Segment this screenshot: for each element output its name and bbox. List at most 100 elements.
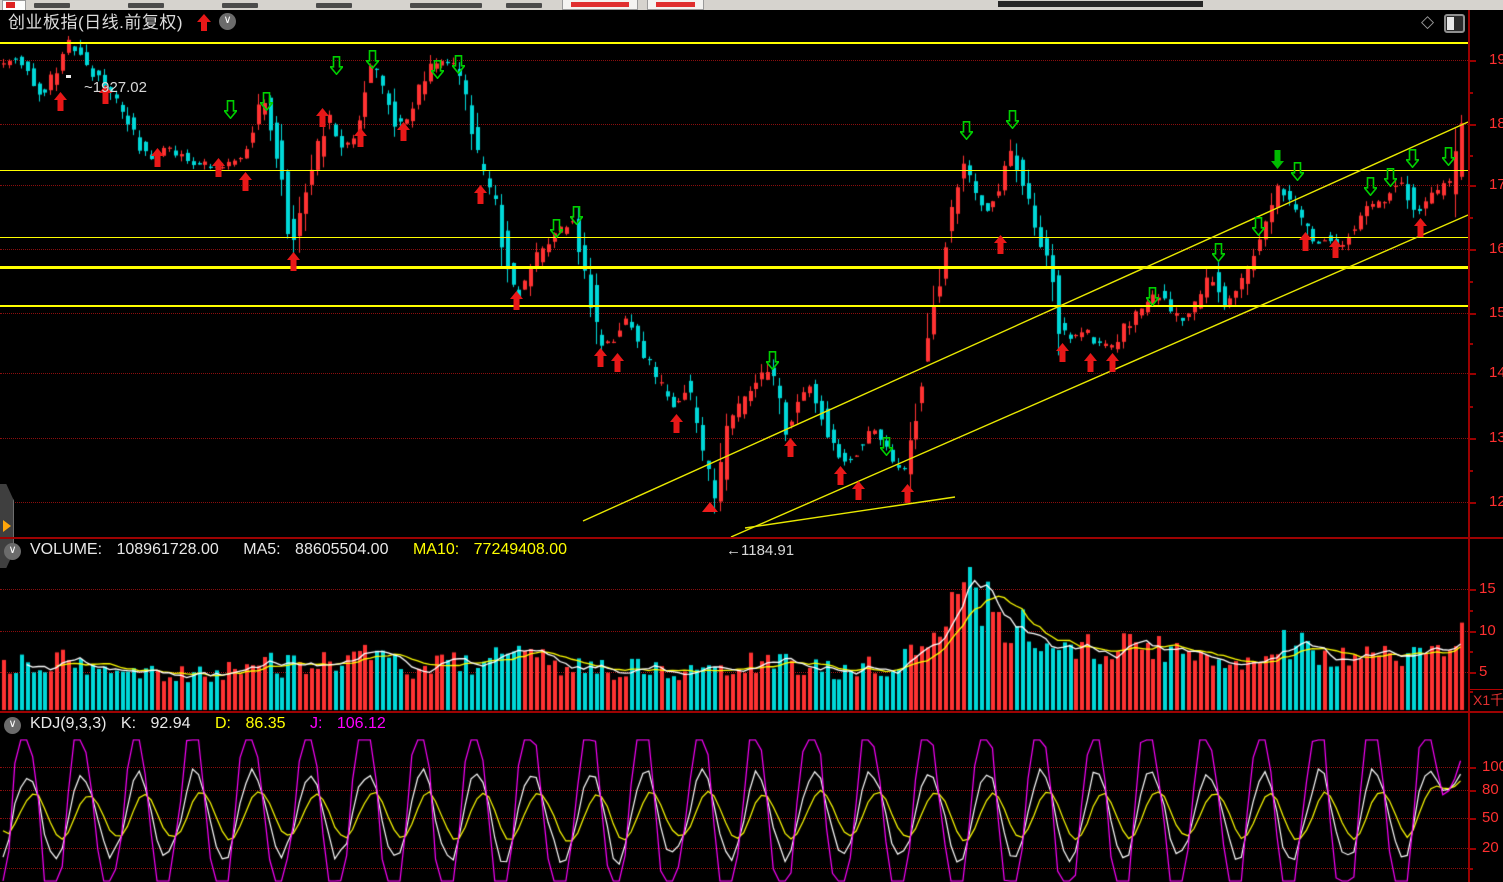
axis-tick — [1470, 313, 1476, 315]
sell-signal-arrow — [1364, 177, 1377, 196]
axis-tick — [1470, 249, 1476, 251]
buy-signal-arrow — [1084, 353, 1097, 372]
kdj-label: KDJ(9,3,3) — [30, 715, 106, 732]
buy-signal-arrow — [54, 92, 67, 111]
buy-signal-arrow — [354, 128, 367, 147]
axis-tick-label: 10 — [1479, 623, 1496, 638]
low-point-marker — [702, 502, 718, 512]
axis-tick-label: 20 — [1482, 840, 1499, 855]
buy-signal-arrow — [1106, 353, 1119, 372]
sell-signal-arrow — [570, 206, 583, 225]
brand-text-clipped — [998, 1, 1203, 7]
trendline[interactable] — [583, 122, 1468, 521]
axis-tick — [1470, 92, 1473, 94]
axis-tick — [1470, 502, 1476, 504]
sell-signal-arrow — [550, 219, 563, 238]
axis-tick — [1470, 185, 1476, 187]
axis-tick-label: 1400 — [1489, 365, 1503, 380]
axis-tick — [1470, 818, 1476, 820]
axis-tick — [1470, 651, 1473, 653]
collapse-volume-button[interactable]: ∨ — [4, 543, 21, 560]
volume-value: 108961728.00 — [116, 541, 218, 558]
axis-tick — [1470, 406, 1473, 408]
toolbar-red-button[interactable] — [647, 0, 704, 10]
axis-tick — [1470, 373, 1476, 375]
axis-tick-label: 50 — [1482, 810, 1499, 825]
d-label: D: — [215, 715, 231, 732]
axis-tick-label: 1900 — [1489, 52, 1503, 67]
trendline[interactable] — [745, 497, 955, 528]
axis-tick — [1470, 60, 1476, 62]
axis-tick — [1470, 124, 1476, 126]
sell-signal-arrow — [452, 55, 465, 74]
buy-signal-arrow — [994, 235, 1007, 254]
menu-item-stub[interactable] — [34, 3, 70, 8]
split-window-icon[interactable] — [1444, 14, 1465, 33]
trendline[interactable] — [731, 215, 1468, 537]
buy-signal-arrow — [784, 438, 797, 457]
axis-tick — [1470, 790, 1476, 792]
buy-signal-arrow — [510, 291, 523, 310]
buy-signal-arrow — [316, 108, 329, 127]
axis-tick — [1470, 281, 1473, 283]
j-label: J: — [310, 715, 322, 732]
kdj-canvas[interactable] — [0, 739, 1468, 882]
ma10-value: 77249408.00 — [474, 541, 567, 558]
axis-tick-label: 15 — [1479, 581, 1496, 596]
sell-signal-arrow — [1212, 243, 1225, 262]
sell-signal-arrow — [1406, 149, 1419, 168]
sell-signal-arrow — [960, 121, 973, 140]
buy-signal-arrow — [834, 466, 847, 485]
axis-tick — [1470, 848, 1476, 850]
collapse-kdj-button[interactable]: ∨ — [4, 717, 21, 734]
menu-item-stub[interactable] — [410, 3, 482, 8]
trendlines — [0, 35, 1468, 537]
sell-signal-arrow — [224, 100, 237, 119]
axis-tick — [1470, 217, 1473, 219]
volume-canvas[interactable] — [0, 563, 1468, 711]
buy-signal-arrow — [474, 185, 487, 204]
axis-tick — [1470, 691, 1473, 693]
sell-signal-arrow — [330, 56, 343, 75]
volume-header: ∨ VOLUME: 108961728.00 MA5: 88605504.00 … — [0, 541, 1468, 559]
axis-tick — [1470, 672, 1476, 674]
buy-signal-arrow — [151, 148, 164, 167]
ma10-label: MA10: — [413, 541, 459, 558]
sell-signal-arrow — [260, 92, 273, 111]
axis-tick — [1470, 631, 1476, 633]
diamond-tool-icon[interactable]: ◇ — [1421, 13, 1434, 31]
buy-signal-arrow — [611, 353, 624, 372]
sell-signal-arrow — [431, 60, 444, 79]
axis-tick-label: 1200 — [1489, 494, 1503, 509]
menu-item-stub[interactable] — [222, 3, 258, 8]
buy-signal-arrow — [852, 481, 865, 500]
buy-signal-arrow — [397, 122, 410, 141]
sell-signal-arrow — [1384, 168, 1397, 187]
volume-unit-label: X1千 — [1469, 689, 1503, 712]
buy-signal-arrow — [239, 172, 252, 191]
sell-signal-arrow — [366, 50, 379, 69]
toolbar-red-button[interactable] — [562, 0, 638, 10]
axis-tick-label: 1300 — [1489, 430, 1503, 445]
buy-signal-arrow — [1056, 343, 1069, 362]
buy-signal-arrow — [287, 252, 300, 271]
axis-tick — [1470, 868, 1473, 870]
high-point-marker — [66, 75, 71, 78]
sell-solid-arrow — [1271, 150, 1284, 169]
axis-tick-label: 5 — [1479, 664, 1487, 679]
k-value: 92.94 — [151, 715, 191, 732]
axis-tick — [1470, 610, 1473, 612]
kdj-header: ∨ KDJ(9,3,3) K: 92.94 D: 86.35 J: 106.12 — [0, 715, 1468, 733]
axis-tick-label: 1800 — [1489, 116, 1503, 131]
chart-title-bar: 创业板指(日线.前复权) ∨ ◇ — [0, 10, 1503, 35]
collapse-main-chart-button[interactable]: ∨ — [219, 13, 236, 30]
menu-item-stub[interactable] — [128, 3, 164, 8]
menu-item-stub[interactable] — [506, 3, 542, 8]
menu-item-stub[interactable] — [316, 3, 352, 8]
buy-signal-arrow — [1329, 239, 1342, 258]
axis-tick — [1470, 767, 1476, 769]
axis-tick — [1470, 470, 1473, 472]
sell-signal-arrow — [1442, 147, 1455, 166]
sell-signal-arrow — [880, 437, 893, 456]
axis-tick — [1470, 155, 1473, 157]
